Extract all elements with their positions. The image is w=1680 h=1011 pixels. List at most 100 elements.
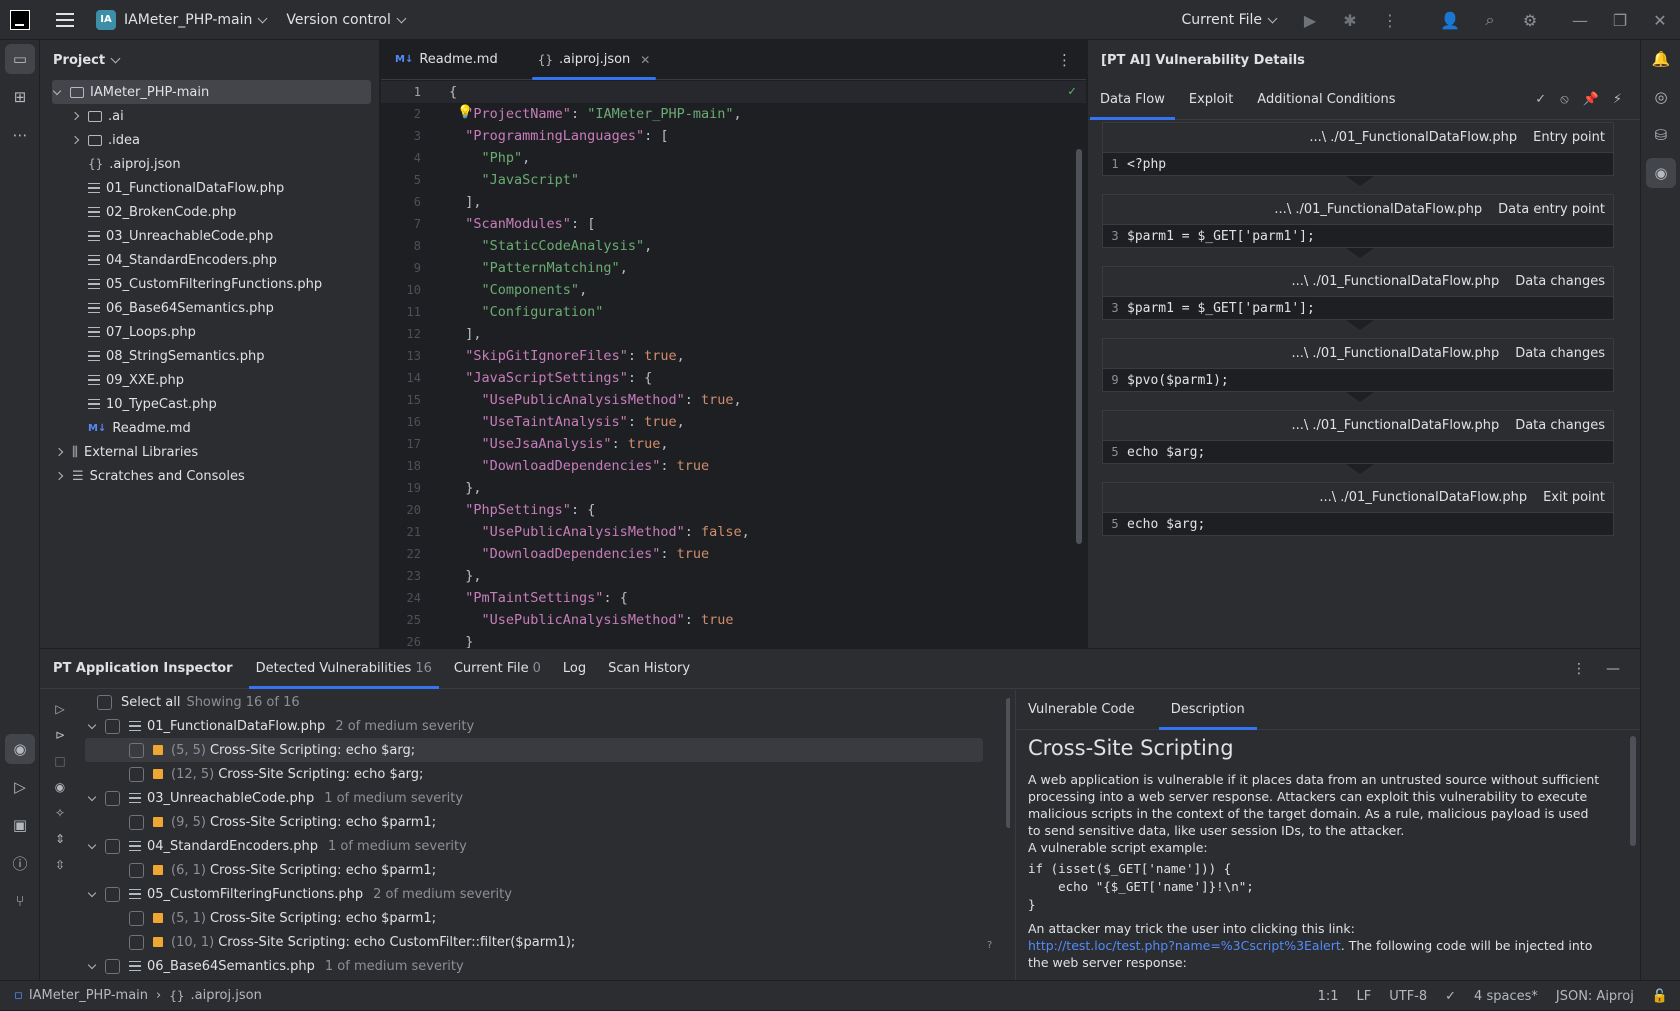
project-switcher[interactable]: IAMeter_PHP-main: [124, 0, 272, 40]
row-checkbox[interactable]: [105, 838, 120, 854]
vuln-file-row[interactable]: 05_CustomFilteringFunctions.php 2 of medi…: [85, 882, 1005, 906]
editor-scrollbar[interactable]: [1076, 149, 1082, 544]
row-checkbox[interactable]: [129, 934, 144, 950]
hide-panel-icon[interactable]: —: [1606, 661, 1620, 677]
tab-description[interactable]: Description: [1158, 690, 1257, 730]
row-checkbox[interactable]: [105, 718, 120, 734]
debug-icon[interactable]: ✱: [1330, 0, 1370, 40]
add-user-icon[interactable]: 👤: [1430, 0, 1470, 40]
vuln-issue-row[interactable]: (9, 5) Cross-Site Scripting: echo $parm1;: [85, 810, 1005, 834]
list-scrollbar[interactable]: [1006, 698, 1010, 828]
more-actions-icon[interactable]: ⋮: [1370, 0, 1410, 40]
indent-setting[interactable]: 4 spaces*: [1474, 989, 1538, 1004]
collapse-all-icon[interactable]: ⇳: [40, 852, 80, 878]
tree-item[interactable]: .idea: [40, 128, 379, 152]
flow-step-code[interactable]: 5 echo $arg;: [1102, 512, 1614, 536]
git-tool-icon[interactable]: ⑂: [0, 882, 40, 920]
code-editor[interactable]: 1{2 "ProjectName": "IAMeter_PHP-main", 3 …: [381, 81, 1086, 648]
run-config-selector[interactable]: Current File: [1182, 0, 1282, 40]
example-link[interactable]: http://test.loc/test.php?name=%3Cscript%…: [1028, 938, 1341, 953]
tree-external-libraries[interactable]: ⫼ External Libraries: [40, 440, 379, 464]
restore-icon[interactable]: ❐: [1600, 0, 1640, 40]
tab-exploit[interactable]: Exploit: [1177, 80, 1245, 120]
tab-log[interactable]: Log: [552, 649, 597, 689]
search-icon[interactable]: ⌕: [1470, 0, 1510, 40]
breadcrumb-file[interactable]: .aiproj.json: [191, 988, 262, 1003]
select-all-checkbox[interactable]: [97, 694, 112, 710]
tab-additional-conditions[interactable]: Additional Conditions: [1245, 80, 1407, 120]
vuln-issue-row[interactable]: (5, 1) Cross-Site Scripting: echo $parm1;: [85, 906, 1005, 930]
select-all-row[interactable]: Select all Showing 16 of 16: [85, 690, 1005, 714]
vuln-issue-row[interactable]: (10, 1) Cross-Site Scripting: echo Custom…: [85, 930, 1005, 954]
expand-all-icon[interactable]: ⇕: [40, 826, 80, 852]
lightbulb-icon[interactable]: 💡: [457, 105, 473, 120]
flow-step-code[interactable]: 5 echo $arg;: [1102, 440, 1614, 464]
discard-icon[interactable]: ⦸: [1560, 92, 1568, 107]
pt-inspector-tool-icon[interactable]: ◉: [5, 734, 35, 764]
row-checkbox[interactable]: [129, 814, 144, 830]
json-schema[interactable]: JSON: Aiproj: [1556, 989, 1634, 1004]
vuln-issue-row[interactable]: (6, 1) Cross-Site Scripting: echo $parm1;: [85, 858, 1005, 882]
more-tools-icon[interactable]: ⋯: [0, 116, 40, 154]
expand-icon[interactable]: [87, 792, 97, 801]
tab-aiproj[interactable]: {} .aiproj.json ✕: [524, 40, 665, 80]
scan-icon[interactable]: ▷: [40, 696, 80, 722]
vuln-file-row[interactable]: 06_Base64Semantics.php 1 of medium severi…: [85, 954, 1005, 978]
tree-item[interactable]: 07_Loops.php: [40, 320, 379, 344]
structure-tool-icon[interactable]: ⊞: [0, 78, 40, 116]
ai-assistant-icon[interactable]: ◎: [1641, 78, 1680, 116]
project-tool-icon[interactable]: ▭: [5, 44, 35, 74]
checkmark-icon[interactable]: ✓: [1445, 989, 1456, 1004]
tab-detected-vulnerabilities[interactable]: Detected Vulnerabilities 16: [245, 649, 443, 689]
tree-item[interactable]: {} .aiproj.json: [40, 152, 379, 176]
flow-step[interactable]: ...\ ./01_FunctionalDataFlow.php Data cha…: [1102, 266, 1614, 330]
file-encoding[interactable]: UTF-8: [1389, 989, 1427, 1004]
fix-icon[interactable]: ⚡: [1613, 92, 1622, 107]
tab-scan-history[interactable]: Scan History: [597, 649, 701, 689]
tab-current-file[interactable]: Current File 0: [443, 649, 552, 689]
flow-step-code[interactable]: 1 <?php: [1102, 152, 1614, 176]
editor-tabs-menu-icon[interactable]: ⋮: [1057, 51, 1072, 69]
tree-item[interactable]: 08_StringSemantics.php: [40, 344, 379, 368]
vuln-file-row[interactable]: 03_UnreachableCode.php 1 of medium severi…: [85, 786, 1005, 810]
row-checkbox[interactable]: [129, 910, 144, 926]
row-checkbox[interactable]: [105, 886, 120, 902]
flow-step[interactable]: ...\ ./01_FunctionalDataFlow.php Entry po…: [1102, 122, 1614, 186]
tree-item[interactable]: 01_FunctionalDataFlow.php: [40, 176, 379, 200]
row-checkbox[interactable]: [105, 958, 120, 974]
expand-icon[interactable]: [87, 888, 97, 897]
scan-settings-icon[interactable]: ⊳: [40, 722, 80, 748]
flow-step-code[interactable]: 9 $pvo($parm1);: [1102, 368, 1614, 392]
flow-step[interactable]: ...\ ./01_FunctionalDataFlow.php Data cha…: [1102, 410, 1614, 474]
main-menu-icon[interactable]: [56, 12, 74, 27]
confirm-icon[interactable]: ✓: [1535, 92, 1546, 107]
help-icon[interactable]: ?: [987, 940, 992, 951]
tree-item[interactable]: 03_UnreachableCode.php: [40, 224, 379, 248]
tree-item[interactable]: 10_TypeCast.php: [40, 392, 379, 416]
flow-step[interactable]: ...\ ./01_FunctionalDataFlow.php Exit poi…: [1102, 482, 1614, 536]
tree-item[interactable]: .ai: [40, 104, 379, 128]
stop-icon[interactable]: □: [40, 748, 80, 774]
expand-icon[interactable]: [87, 720, 97, 729]
problems-tool-icon[interactable]: ⓘ: [0, 844, 40, 882]
row-checkbox[interactable]: [129, 742, 144, 758]
tree-item[interactable]: 06_Base64Semantics.php: [40, 296, 379, 320]
expand-icon[interactable]: [87, 960, 97, 969]
tree-item[interactable]: M↓ Readme.md: [40, 416, 379, 440]
filter-icon[interactable]: ✧: [40, 800, 80, 826]
row-checkbox[interactable]: [129, 862, 144, 878]
line-separator[interactable]: LF: [1357, 989, 1372, 1004]
tab-readme[interactable]: M↓ Readme.md: [381, 40, 512, 80]
terminal-tool-icon[interactable]: ▣: [0, 806, 40, 844]
tree-item[interactable]: 09_XXE.php: [40, 368, 379, 392]
run-icon[interactable]: ▶: [1290, 0, 1330, 40]
tree-root[interactable]: IAMeter_PHP-main: [52, 80, 371, 104]
flow-step-code[interactable]: 3 $parm1 = $_GET['parm1'];: [1102, 224, 1614, 248]
settings-icon[interactable]: ⚙: [1510, 0, 1550, 40]
vcs-menu[interactable]: Version control: [286, 0, 410, 40]
flow-step[interactable]: ...\ ./01_FunctionalDataFlow.php Data cha…: [1102, 338, 1614, 402]
view-icon[interactable]: ◉: [40, 774, 80, 800]
row-checkbox[interactable]: [129, 766, 144, 782]
expand-icon[interactable]: [87, 840, 97, 849]
breadcrumb-project[interactable]: IAMeter_PHP-main: [29, 988, 148, 1003]
